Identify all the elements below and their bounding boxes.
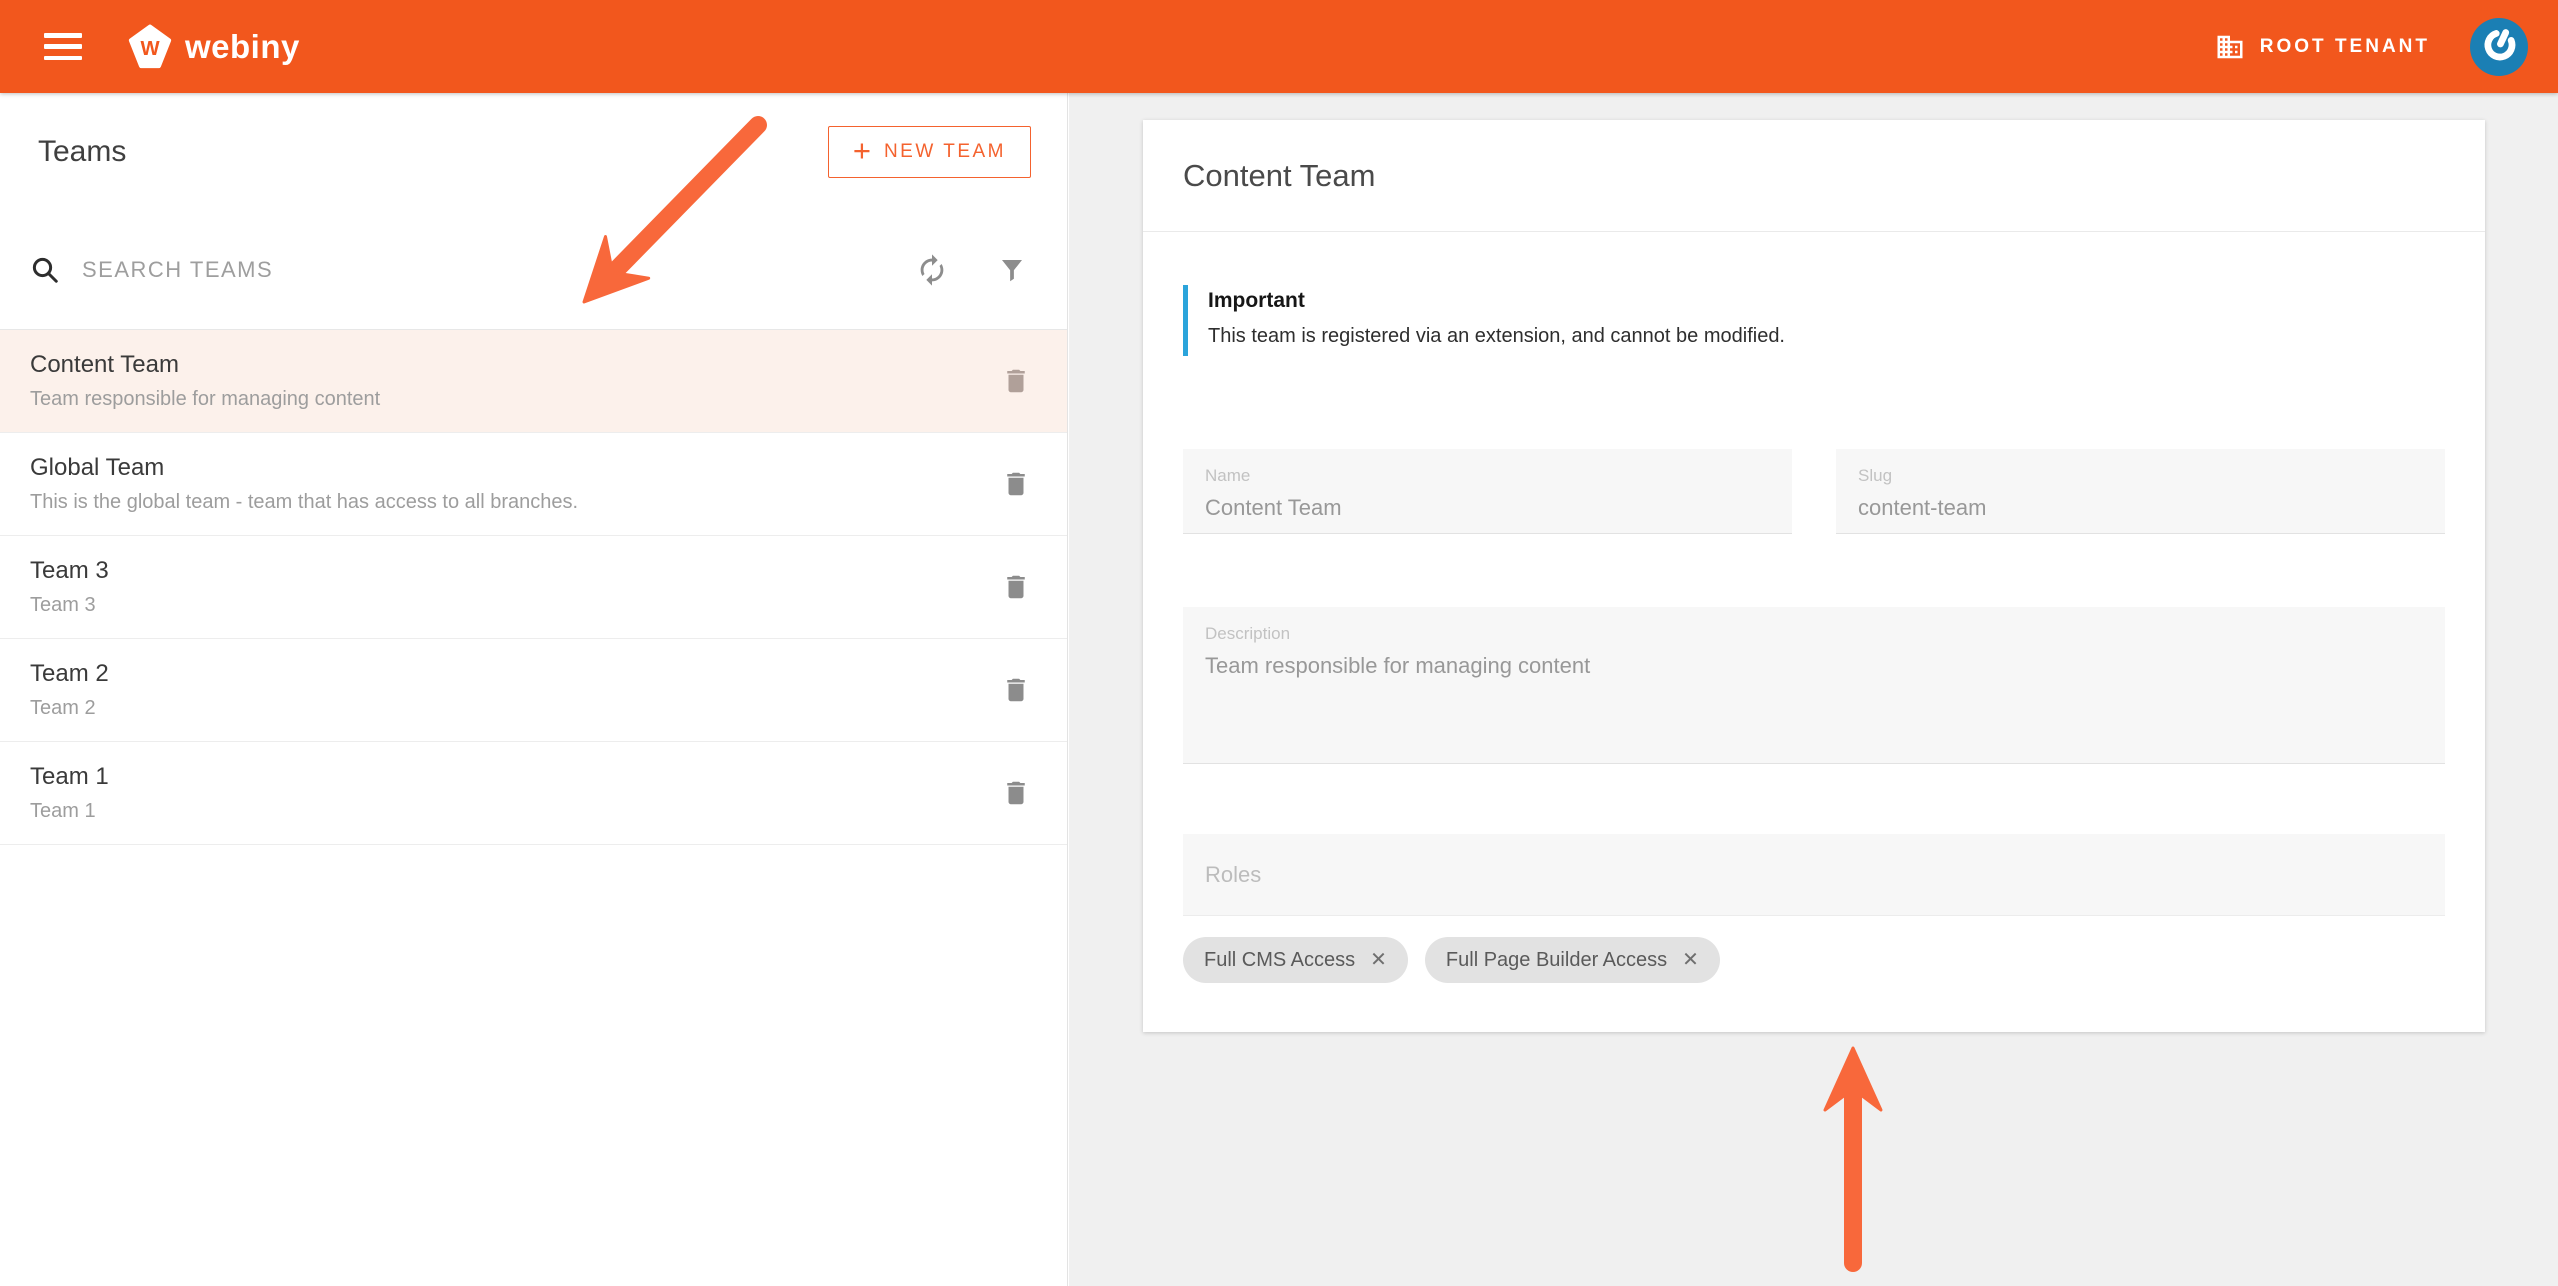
roles-field: Roles xyxy=(1183,834,2445,916)
chip-remove-icon[interactable]: ✕ xyxy=(1682,950,1699,970)
building-icon xyxy=(2217,35,2243,58)
user-avatar[interactable] xyxy=(2470,17,2528,76)
search-icon xyxy=(30,255,60,285)
webiny-logo: W webiny xyxy=(128,24,300,70)
team-description: This is the global team - team that has … xyxy=(30,491,579,513)
slug-field: Slug content-team xyxy=(1836,449,2445,534)
name-field: Name Content Team xyxy=(1183,449,1792,534)
chip-label: Full CMS Access xyxy=(1204,948,1356,971)
delete-team-icon[interactable] xyxy=(1001,469,1031,499)
hamburger-menu-icon[interactable] xyxy=(44,33,82,60)
teams-panel: Teams + NEW TEAM SEARCH TEAMS Content Te… xyxy=(0,93,1068,1286)
description-field: Description Team responsible for managin… xyxy=(1183,607,2445,764)
chip-remove-icon[interactable]: ✕ xyxy=(1370,950,1387,970)
team-list-item[interactable]: Content Team Team responsible for managi… xyxy=(0,330,1067,433)
team-name: Content Team xyxy=(30,351,179,378)
team-detail-title: Content Team xyxy=(1183,157,1376,193)
name-field-value: Content Team xyxy=(1205,495,1342,520)
svg-text:W: W xyxy=(140,37,160,59)
tenant-label: ROOT TENANT xyxy=(2259,35,2430,57)
role-chip: Full Page Builder Access ✕ xyxy=(1424,937,1720,983)
team-detail-header: Content Team xyxy=(1143,120,2485,232)
slug-field-value: content-team xyxy=(1858,495,1987,520)
new-team-button-label: NEW TEAM xyxy=(883,140,1006,162)
refresh-icon[interactable] xyxy=(915,253,949,287)
team-description: Team 1 xyxy=(30,800,96,822)
team-detail-card: Content Team Important This team is regi… xyxy=(1143,120,2485,1032)
name-field-label: Name xyxy=(1205,466,1251,485)
teams-list: Content Team Team responsible for managi… xyxy=(0,330,1067,845)
new-team-button[interactable]: + NEW TEAM xyxy=(827,125,1031,178)
team-list-item[interactable]: Global Team This is the global team - te… xyxy=(0,433,1067,536)
teams-panel-header: Teams + NEW TEAM xyxy=(0,93,1067,210)
notice-text: This team is registered via an extension… xyxy=(1208,325,1785,347)
top-bar: W webiny ROOT TENANT xyxy=(0,0,2558,93)
webiny-shield-icon: W xyxy=(128,24,172,68)
team-detail-area: Content Team Important This team is regi… xyxy=(1069,93,2558,1286)
brand-wordmark: webiny xyxy=(185,27,300,65)
description-field-label: Description xyxy=(1205,624,1291,643)
role-chip: Full CMS Access ✕ xyxy=(1183,937,1408,983)
search-actions xyxy=(915,253,1027,287)
app: W webiny ROOT TENANT Teams + NEW TEAM SE… xyxy=(0,0,2558,1286)
team-list-item[interactable]: Team 2 Team 2 xyxy=(0,639,1067,742)
search-input[interactable] xyxy=(82,256,642,283)
delete-team-icon[interactable] xyxy=(1001,675,1031,705)
team-name: Team 3 xyxy=(30,557,109,584)
chip-label: Full Page Builder Access xyxy=(1445,948,1668,971)
delete-team-icon[interactable] xyxy=(1001,366,1031,396)
teams-search-bar xyxy=(0,210,1067,330)
team-detail-body: Important This team is registered via an… xyxy=(1143,285,2485,983)
team-description: Team 3 xyxy=(30,594,96,616)
page-title: Teams xyxy=(38,134,127,168)
notice-title: Important xyxy=(1208,289,1305,312)
roles-chips: Full CMS Access ✕ Full Page Builder Acce… xyxy=(1183,937,2445,983)
team-name: Team 1 xyxy=(30,763,109,790)
team-description: Team 2 xyxy=(30,697,96,719)
team-description: Team responsible for managing content xyxy=(30,388,381,410)
team-name: Team 2 xyxy=(30,660,109,687)
delete-team-icon[interactable] xyxy=(1001,572,1031,602)
top-bar-right: ROOT TENANT xyxy=(2215,17,2528,76)
team-list-item[interactable]: Team 3 Team 3 xyxy=(0,536,1067,639)
description-field-value: Team responsible for managing content xyxy=(1205,653,1591,678)
delete-team-icon[interactable] xyxy=(1001,778,1031,808)
important-notice: Important This team is registered via an… xyxy=(1183,285,2445,356)
slug-field-label: Slug xyxy=(1858,466,1893,485)
filter-icon[interactable] xyxy=(997,255,1027,285)
roles-field-label: Roles xyxy=(1205,861,1262,887)
team-name: Global Team xyxy=(30,454,165,481)
team-list-item[interactable]: Team 1 Team 1 xyxy=(0,742,1067,845)
name-slug-row: Name Content Team Slug content-team xyxy=(1183,449,2445,534)
tenant-selector[interactable]: ROOT TENANT xyxy=(2215,32,2430,62)
